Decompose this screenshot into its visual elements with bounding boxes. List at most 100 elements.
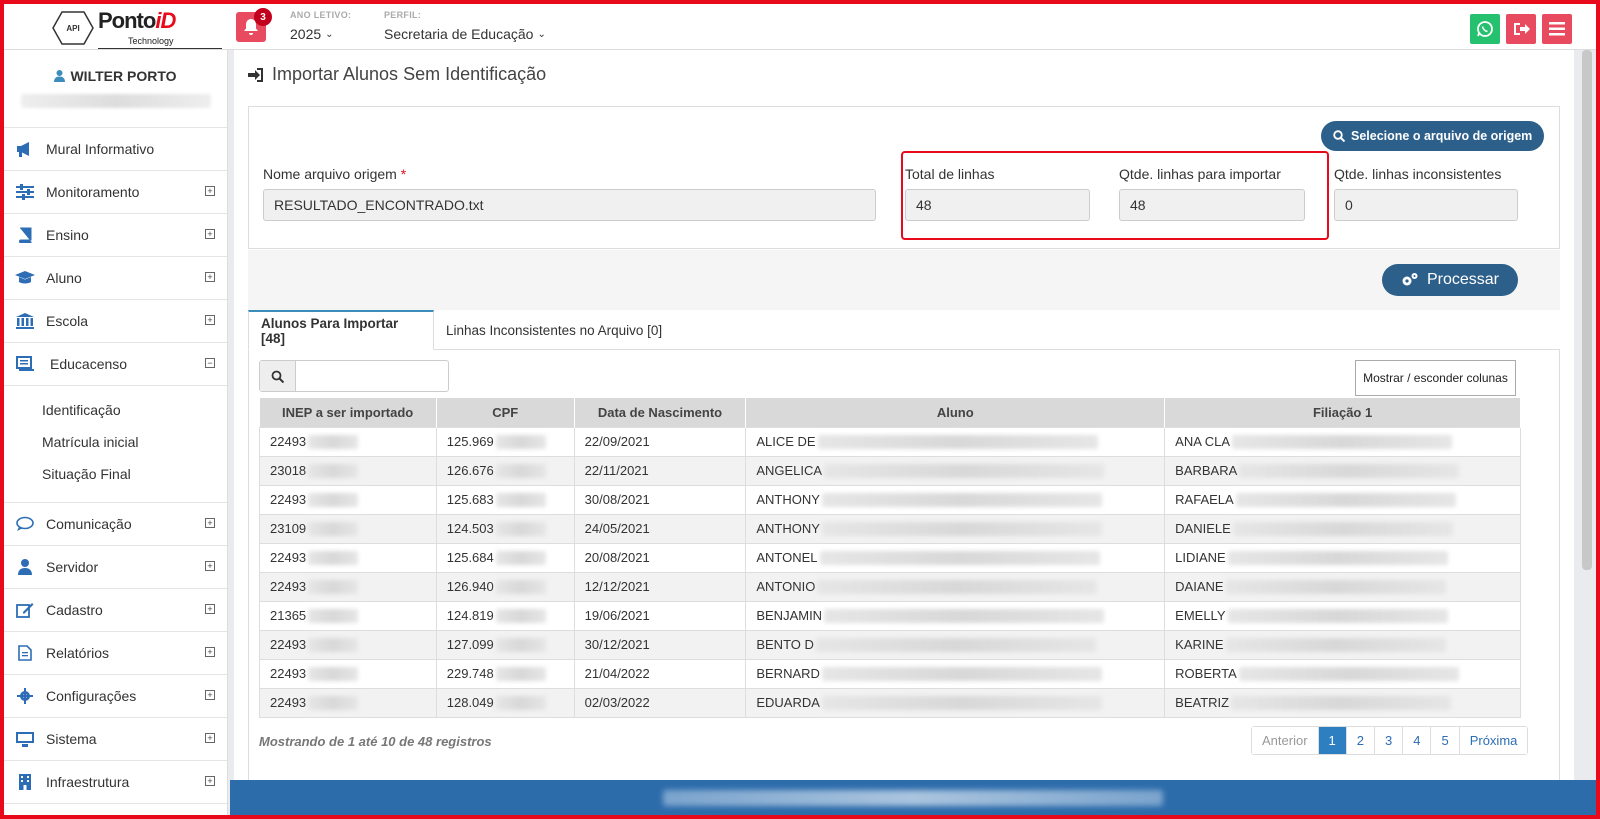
table-row[interactable]: 23109 124.503 24/05/2021 ANTHONY DANIELE [259, 513, 1521, 544]
sidebar-item-cadastro[interactable]: Cadastro + [4, 589, 227, 632]
column-header-filiacao-1[interactable]: Filiação 1 [1164, 398, 1521, 427]
page-3-button[interactable]: 3 [1374, 727, 1403, 754]
sidebar-item-comunicacao[interactable]: Comunicação + [4, 503, 227, 546]
pontoid-logo[interactable]: API PontoiD Technology [44, 6, 222, 50]
megaphone-icon [14, 140, 36, 158]
page-1-button[interactable]: 1 [1317, 727, 1346, 754]
table-cell: 127.099 [435, 629, 575, 660]
column-header-cpf[interactable]: CPF [436, 398, 575, 427]
file-name-field[interactable]: RESULTADO_ENCONTRADO.txt [263, 189, 876, 221]
table-row[interactable]: 22493 128.049 02/03/2022 EDUARDA BEATRIZ [259, 687, 1521, 718]
table-cell: 23109 [259, 513, 437, 544]
table-cell: 22493 [259, 542, 437, 573]
user-details-redacted [20, 94, 211, 108]
tab-alunos-para-importar[interactable]: Alunos Para Importar [48] [248, 310, 434, 350]
submenu-item-identificacao[interactable]: Identificação [4, 394, 227, 426]
ano-letivo-selector[interactable]: ANO LETIVO: 2025 ⌄ [290, 10, 351, 42]
table-row[interactable]: 22493 127.099 30/12/2021 BENTO D KARINE [259, 629, 1521, 660]
tab-linhas-inconsistentes[interactable]: Linhas Inconsistentes no Arquivo [0] [434, 310, 674, 350]
table-row[interactable]: 23018 126.676 22/11/2021 ANGELICA BARBARA [259, 455, 1521, 486]
cell-text: DAIANE [1175, 578, 1224, 594]
expand-icon[interactable]: + [205, 315, 215, 325]
sidebar-item-sistema[interactable]: Sistema + [4, 718, 227, 761]
sidebar-item-configuracoes[interactable]: Configurações + [4, 675, 227, 718]
expand-icon[interactable]: + [205, 561, 215, 571]
table-cell: BERNARD [745, 658, 1166, 689]
expand-icon[interactable]: + [205, 518, 215, 528]
sidebar-item-escola[interactable]: Escola + [4, 300, 227, 343]
expand-icon[interactable]: + [205, 604, 215, 614]
redacted-text [495, 580, 546, 595]
toggle-columns-button[interactable]: Mostrar / esconder colunas [1355, 360, 1516, 396]
table-cell: 12/12/2021 [573, 571, 747, 602]
inconsistent-lines-field[interactable]: 0 [1334, 189, 1518, 221]
cell-text: 22493 [270, 694, 307, 710]
table-row[interactable]: 22493 229.748 21/04/2022 BERNARD ROBERTA [259, 658, 1521, 689]
sidebar-item-mural[interactable]: Mural Informativo [4, 128, 227, 171]
expand-icon[interactable]: + [205, 733, 215, 743]
hamburger-menu-icon [1549, 22, 1565, 36]
table-cell: 22493 [259, 484, 437, 515]
redacted-text [308, 522, 359, 537]
whatsapp-button[interactable] [1470, 14, 1500, 44]
search-icon [260, 361, 296, 391]
sidebar-item-relatorios[interactable]: Relatórios + [4, 632, 227, 675]
table-row[interactable]: 22493 126.940 12/12/2021 ANTONIO DAIANE [259, 571, 1521, 602]
sidebar-item-ensino[interactable]: Ensino + [4, 214, 227, 257]
expand-icon[interactable]: + [205, 776, 215, 786]
sidebar-item-infraestrutura[interactable]: Infraestrutura + [4, 761, 227, 804]
page-prev-button[interactable]: Anterior [1252, 727, 1318, 754]
page-5-button[interactable]: 5 [1430, 727, 1459, 754]
collapse-icon[interactable]: − [205, 358, 215, 368]
redacted-text [815, 638, 1096, 653]
cell-text: 22/11/2021 [584, 463, 649, 478]
submenu-item-situacao-final[interactable]: Situação Final [4, 458, 227, 490]
table-cell: RAFAELA [1164, 484, 1521, 515]
column-header-data-nascimento[interactable]: Data de Nascimento [574, 398, 747, 427]
expand-icon[interactable]: + [205, 272, 215, 282]
redacted-text [308, 580, 359, 595]
expand-icon[interactable]: + [205, 647, 215, 657]
cell-text: 24/05/2021 [584, 521, 650, 536]
sidebar-item-label: Sistema [46, 731, 97, 747]
user-name: WILTER PORTO [70, 68, 177, 84]
sidebar-item-monitoramento[interactable]: Monitoramento + [4, 171, 227, 214]
redacted-text [821, 493, 1102, 508]
process-button[interactable]: Processar [1382, 264, 1518, 296]
page-2-button[interactable]: 2 [1345, 727, 1374, 754]
cell-text: BENTO D [756, 636, 814, 652]
sidebar-item-label: Escola [46, 313, 89, 329]
ano-letivo-caption: ANO LETIVO: [290, 10, 352, 20]
table-cell: 229.748 [435, 658, 575, 689]
page-title: Importar Alunos Sem Identificação [248, 64, 546, 85]
expand-icon[interactable]: + [205, 229, 215, 239]
table-row[interactable]: 22493 125.683 30/08/2021 ANTHONY RAFAELA [259, 484, 1521, 515]
column-header-aluno[interactable]: Aluno [745, 398, 1166, 427]
table-row[interactable]: 22493 125.684 20/08/2021 ANTONEL LIDIANE [259, 542, 1521, 573]
expand-icon[interactable]: + [205, 186, 215, 196]
page-next-button[interactable]: Próxima [1458, 727, 1528, 754]
sidebar-item-servidor[interactable]: Servidor + [4, 546, 227, 589]
submenu-item-matricula-inicial[interactable]: Matrícula inicial [4, 426, 227, 458]
table-cell: DAIANE [1164, 571, 1521, 602]
redacted-text [1225, 580, 1446, 595]
table-row[interactable]: 21365 124.819 19/06/2021 BENJAMIN EMELLY [259, 600, 1521, 631]
column-header-inep[interactable]: INEP a ser importado [259, 398, 437, 427]
sidebar-item-educacenso[interactable]: Educacenso − [4, 343, 227, 386]
table-cell: BARBARA [1164, 455, 1521, 486]
logout-button[interactable] [1506, 14, 1536, 44]
table-cell: 124.819 [435, 600, 575, 631]
table-search[interactable] [259, 360, 449, 392]
sidebar-item-aluno[interactable]: Aluno + [4, 257, 227, 300]
page-4-button[interactable]: 4 [1402, 727, 1431, 754]
select-source-file-button[interactable]: Selecione o arquivo de origem [1321, 121, 1545, 151]
expand-icon[interactable]: + [205, 690, 215, 700]
sidebar-item-label: Cadastro [46, 602, 103, 618]
gear-icon [14, 687, 36, 705]
page-scrollbar[interactable] [1582, 50, 1592, 570]
sidebar-item-label: Relatórios [46, 645, 110, 661]
sidebar-item-label: Mural Informativo [46, 141, 155, 157]
table-row[interactable]: 22493 125.969 22/09/2021 ALICE DE ANA CLA [259, 426, 1521, 457]
menu-button[interactable] [1542, 14, 1572, 44]
perfil-selector[interactable]: PERFIL: Secretaria de Educação ⌄ [384, 10, 546, 42]
